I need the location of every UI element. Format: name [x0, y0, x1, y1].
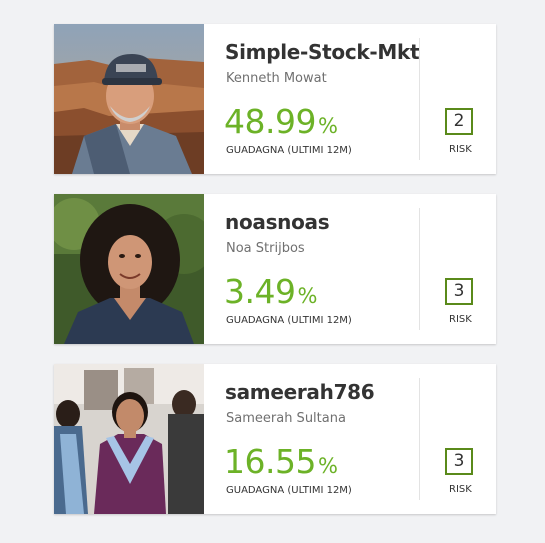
trader-fullname: Kenneth Mowat — [226, 71, 327, 86]
trader-card[interactable]: noasnoas Noa Strijbos 3.49% GUADAGNA (UL… — [54, 194, 496, 344]
trader-avatar[interactable] — [54, 364, 204, 514]
gain-percent-sign: % — [317, 454, 338, 478]
trader-avatar[interactable] — [54, 194, 204, 344]
card-divider — [419, 378, 420, 500]
gain-label: GUADAGNA (ULTIMI 12M) — [226, 485, 352, 496]
trader-card[interactable]: Simple-Stock-Mkt Kenneth Mowat 48.99% GU… — [54, 24, 496, 174]
gain-percent-sign: % — [317, 114, 338, 138]
trader-fullname: Noa Strijbos — [226, 241, 305, 256]
gain-label: GUADAGNA (ULTIMI 12M) — [226, 145, 352, 156]
risk-score-badge: 3 — [445, 278, 473, 305]
gain-value: 16.55% — [224, 442, 338, 488]
gain-label: GUADAGNA (ULTIMI 12M) — [226, 315, 352, 326]
gain-value: 3.49% — [224, 272, 317, 318]
trader-username[interactable]: Simple-Stock-Mkt — [225, 40, 420, 64]
card-divider — [419, 38, 420, 160]
trader-username[interactable]: noasnoas — [225, 210, 330, 234]
trader-card[interactable]: sameerah786 Sameerah Sultana 16.55% GUAD… — [54, 364, 496, 514]
gain-number: 3.49 — [224, 272, 296, 311]
trader-username[interactable]: sameerah786 — [225, 380, 375, 404]
risk-score-badge: 2 — [445, 108, 473, 135]
risk-label: RISK — [449, 314, 472, 325]
gain-percent-sign: % — [297, 284, 318, 308]
risk-label: RISK — [449, 484, 472, 495]
gain-value: 48.99% — [224, 102, 338, 148]
trader-avatar[interactable] — [54, 24, 204, 174]
gain-number: 48.99 — [224, 102, 316, 141]
gain-number: 16.55 — [224, 442, 316, 481]
card-divider — [419, 208, 420, 330]
risk-score-badge: 3 — [445, 448, 473, 475]
risk-label: RISK — [449, 144, 472, 155]
trader-fullname: Sameerah Sultana — [226, 411, 346, 426]
